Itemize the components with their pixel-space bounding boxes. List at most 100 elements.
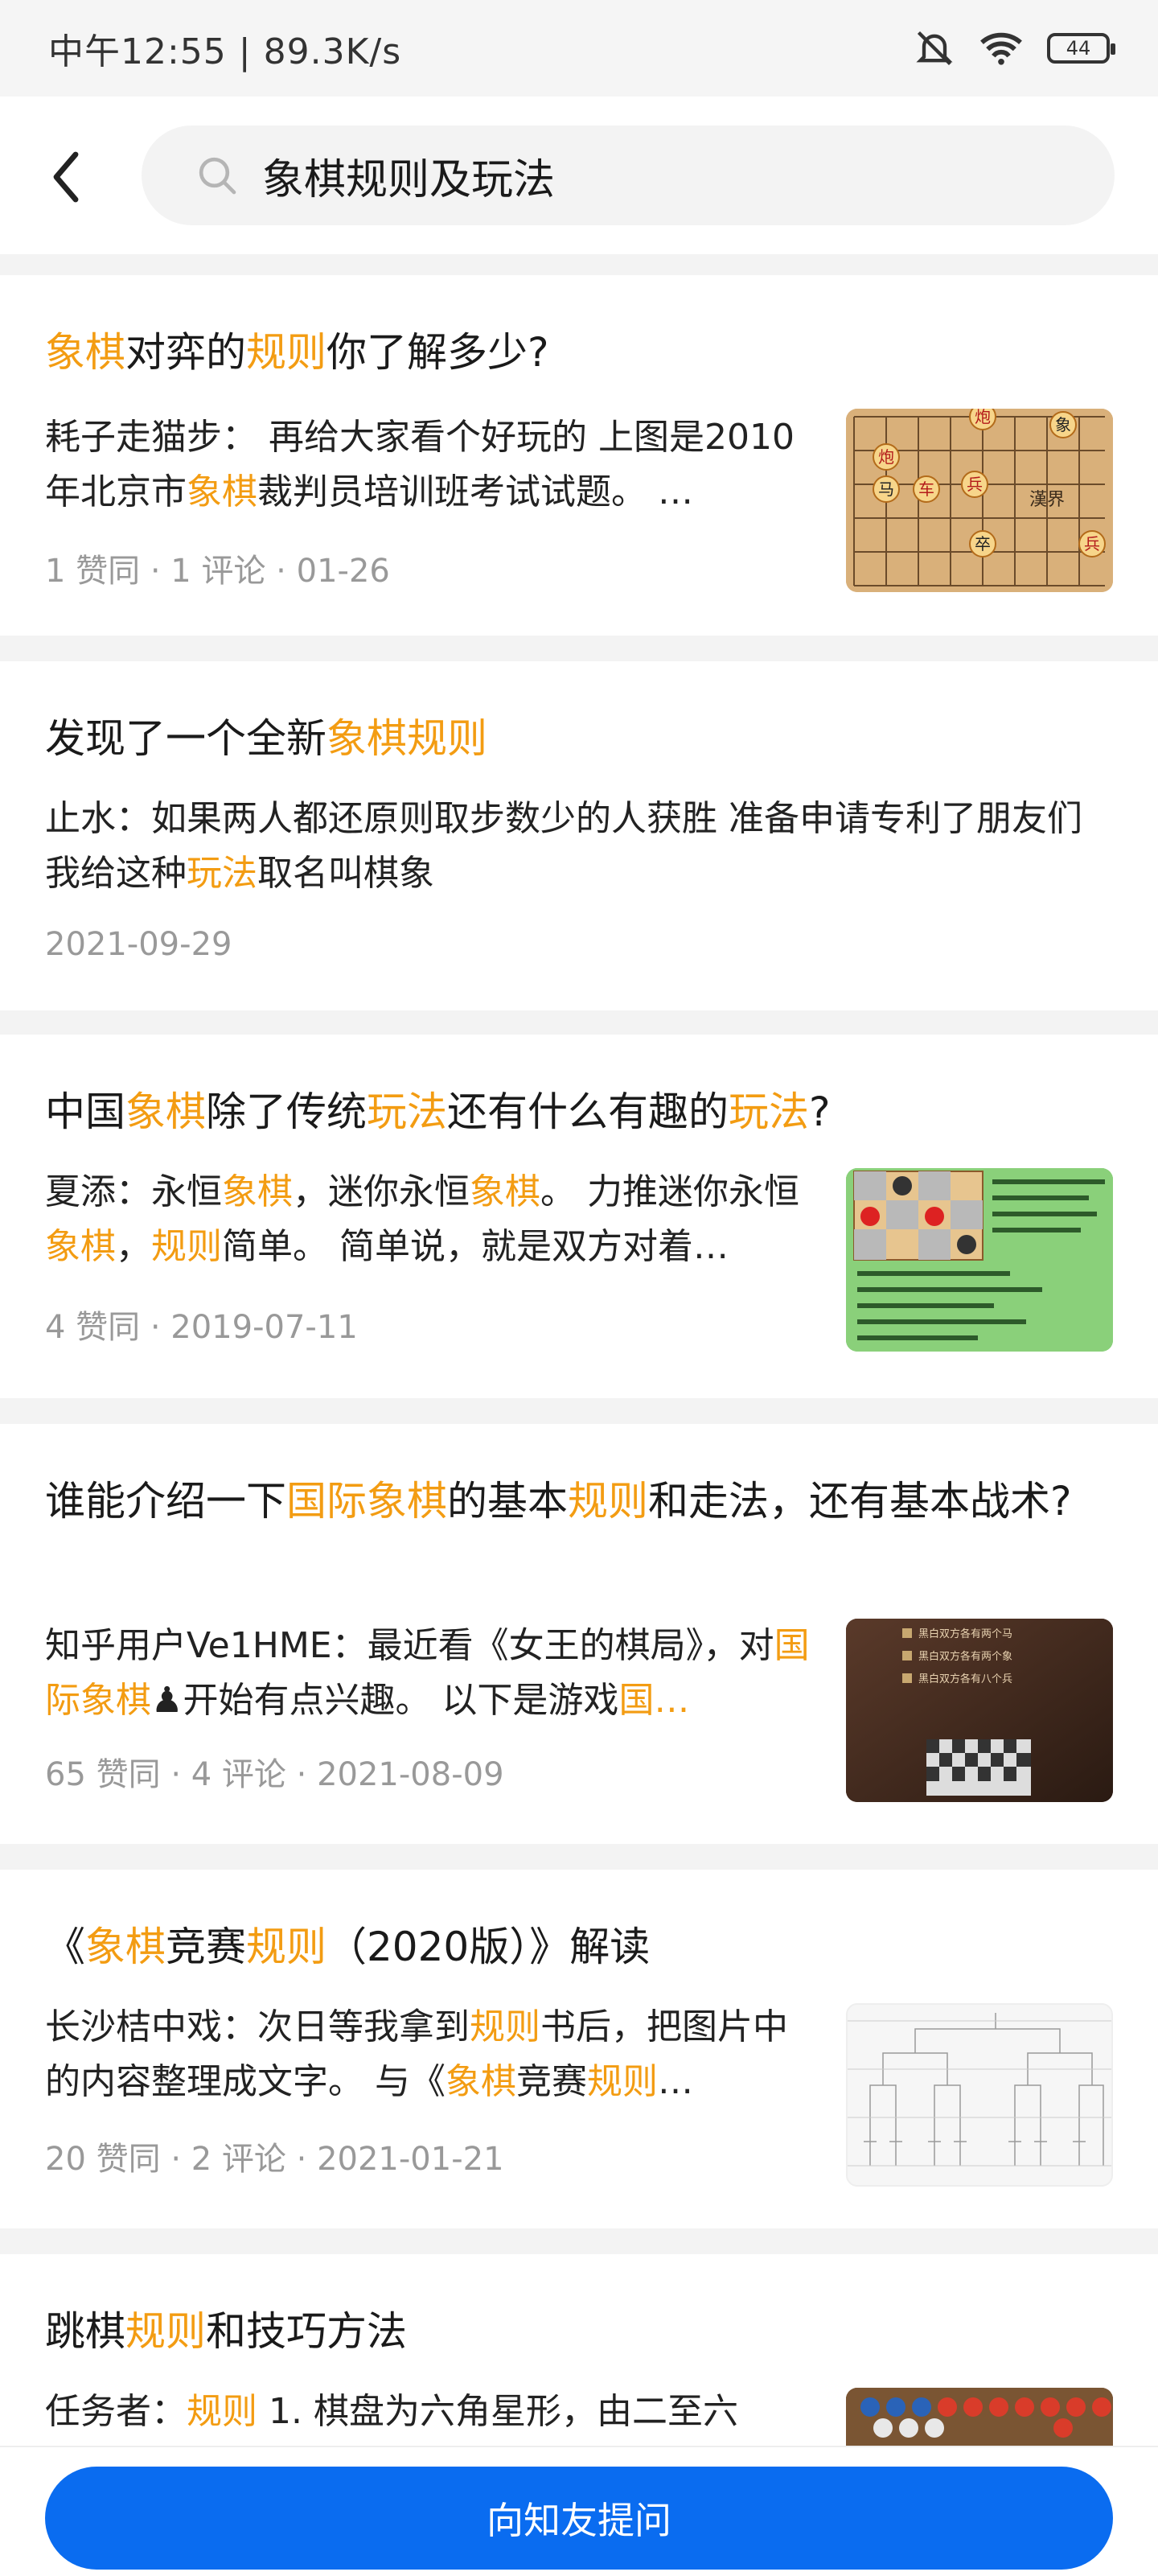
result-card[interactable]: 中国象棋除了传统玩法还有什么有趣的玩法? 夏添：永恒象棋，迷你永恒象棋。 力推迷… <box>0 1035 1158 1398</box>
result-thumbnail <box>846 2003 1113 2187</box>
search-input[interactable]: 象棋规则及玩法 <box>142 126 1115 225</box>
result-meta: 20 赞同 · 2 评论 · 2021-01-21 <box>45 2141 504 2178</box>
result-card[interactable]: 《象棋竞赛规则（2020版）》解读 长沙桔中戏：次日等我拿到规则书后，把图片中的… <box>0 1870 1158 2228</box>
highlight-text: 象棋 <box>446 2061 516 2102</box>
highlight-text: 象棋规则 <box>326 715 487 762</box>
result-card[interactable]: 发现了一个全新象棋规则 止水：如果两人都还原则取步数少的人获胜 准备申请专利了朋… <box>0 661 1158 1010</box>
result-meta: 65 赞同 · 4 评论 · 2021-08-09 <box>45 1756 504 1793</box>
highlight-text: 玩法 <box>729 1088 809 1135</box>
text-segment: 。 力推迷你永恒 <box>540 1171 799 1212</box>
text-segment: ♟开始有点兴趣。 以下是游戏 <box>151 1680 619 1721</box>
highlight-text: 规则 <box>246 1924 326 1970</box>
highlight-text: 玩法 <box>367 1088 447 1135</box>
result-excerpt: 长沙桔中戏：次日等我拿到规则书后，把图片中的内容整理成文字。 与《象棋竞赛规则… <box>45 2000 817 2109</box>
text-segment: 1. 棋盘为六角星形，由二至六 <box>257 2391 738 2432</box>
text-segment: ? <box>809 1088 831 1135</box>
piece: 象 <box>1055 415 1071 434</box>
result-title[interactable]: 发现了一个全新象棋规则 <box>45 706 1113 771</box>
text-segment: 你了解多少? <box>326 329 549 376</box>
text-segment: 裁判员培训班考试试题。 … <box>257 471 693 512</box>
board-diagram-image <box>846 1168 1113 1352</box>
river-label: 漢界 <box>1029 490 1065 510</box>
wifi-icon <box>980 32 1022 65</box>
status-icons: 44 <box>914 27 1115 69</box>
text-segment: 发现了一个全新 <box>45 715 326 762</box>
highlight-text: 象棋 <box>85 1924 166 1970</box>
text-segment: 对弈的 <box>125 329 246 376</box>
bottom-bar: 向知友提问 <box>0 2446 1158 2576</box>
highlight-text: 规则 <box>125 2308 206 2355</box>
chevron-left-icon <box>53 151 79 203</box>
bracket-image <box>848 2005 1111 2185</box>
text-segment: 跳棋 <box>45 2308 125 2355</box>
search-icon <box>199 157 236 195</box>
result-excerpt: 知乎用户Ve1HME：最近看《女王的棋局》，对国际象棋♟开始有点兴趣。 以下是游… <box>45 1619 817 1728</box>
result-title[interactable]: 谁能介绍一下国际象棋的基本规则和走法，还有基本战术? <box>45 1469 1113 1533</box>
highlight-text: 象棋 <box>45 1226 116 1267</box>
text-segment: 任务者： <box>45 2391 187 2432</box>
bell-muted-icon <box>916 31 953 66</box>
result-card[interactable]: 象棋对弈的规则你了解多少? 耗子走猫步： 再给大家看个好玩的 上图是2010年北… <box>0 275 1158 636</box>
text-segment: 夏添：永恒 <box>45 1171 222 1212</box>
highlight-text: 国… <box>618 1680 690 1721</box>
status-time: 中午12:55 | 89.3K/s <box>48 31 402 72</box>
highlight-text: 规则 <box>568 1478 648 1525</box>
text-segment: 长沙桔中戏：次日等我拿到 <box>45 2006 470 2047</box>
text-segment: … <box>658 2061 693 2102</box>
text-segment: 竞赛 <box>166 1924 246 1970</box>
thumb-row: 黑白双方各有八个兵 <box>918 1673 1012 1685</box>
text-segment: 《 <box>45 1924 85 1970</box>
result-excerpt: 任务者：规则 1. 棋盘为六角星形，由二至六 <box>45 2385 817 2439</box>
highlight-text: 玩法 <box>187 853 257 894</box>
piece: 马 <box>878 479 894 499</box>
text-segment: 知乎用户Ve1HME：最近看《女王的棋局》，对 <box>45 1625 774 1666</box>
result-thumbnail: 炮 象 炮 兵 马 车 卒 兵 漢界 <box>846 409 1113 592</box>
text-segment: 谁能介绍一下 <box>45 1478 286 1525</box>
highlight-text: 象棋 <box>125 1088 206 1135</box>
text-segment: 除了传统 <box>206 1088 367 1135</box>
text-segment: 简单。 简单说，就是双方对着… <box>222 1226 729 1267</box>
piece: 炮 <box>878 447 894 467</box>
highlight-text: 规则 <box>587 2061 658 2102</box>
highlight-text: 规则 <box>151 1226 222 1267</box>
result-card[interactable]: 跳棋规则和技巧方法 任务者：规则 1. 棋盘为六角星形，由二至六 <box>0 2254 1158 2446</box>
text-segment: 竞赛 <box>516 2061 587 2102</box>
result-thumbnail: 黑白双方各有两个马 黑白双方各有两个象 黑白双方各有八个兵 <box>846 1619 1113 1802</box>
piece: 炮 <box>975 409 991 426</box>
result-excerpt: 夏添：永恒象棋，迷你永恒象棋。 力推迷你永恒象棋，规则简单。 简单说，就是双方对… <box>45 1165 817 1274</box>
result-title[interactable]: 中国象棋除了传统玩法还有什么有趣的玩法? <box>45 1080 1113 1144</box>
piece: 兵 <box>1084 534 1100 553</box>
chessboard-image: 炮 象 炮 兵 马 车 卒 兵 漢界 <box>846 409 1113 592</box>
piece: 卒 <box>975 534 991 553</box>
ask-friends-button[interactable]: 向知友提问 <box>45 2467 1113 2570</box>
thumb-row: 黑白双方各有两个马 <box>918 1627 1012 1640</box>
text-segment: 和走法，还有基本战术? <box>648 1478 1072 1525</box>
result-thumbnail <box>846 1168 1113 1352</box>
text-segment: 还有什么有趣的 <box>447 1088 729 1135</box>
text-segment: 和技巧方法 <box>206 2308 407 2355</box>
text-segment: 的基本 <box>447 1478 568 1525</box>
result-title[interactable]: 《象棋竞赛规则（2020版）》解读 <box>45 1915 1113 1979</box>
highlight-text: 规则 <box>470 2006 540 2047</box>
result-meta: 1 赞同 · 1 评论 · 01-26 <box>45 553 390 590</box>
highlight-text: 象棋 <box>187 471 257 512</box>
text-segment: 中国 <box>45 1088 125 1135</box>
text-segment: （2020版）》解读 <box>326 1924 651 1970</box>
text-segment: ， <box>116 1226 151 1267</box>
status-bar: 中午12:55 | 89.3K/s 44 <box>0 0 1158 97</box>
result-meta: 2021-09-29 <box>45 926 232 963</box>
result-title[interactable]: 跳棋规则和技巧方法 <box>45 2299 1113 2364</box>
battery-level: 44 <box>1066 37 1091 60</box>
piece: 车 <box>918 479 934 499</box>
highlight-text: 国际象棋 <box>286 1478 447 1525</box>
search-header: 象棋规则及玩法 <box>0 97 1158 254</box>
result-title[interactable]: 象棋对弈的规则你了解多少? <box>45 320 1113 385</box>
thumb-row: 黑白双方各有两个象 <box>918 1650 1012 1663</box>
highlight-text: 规则 <box>246 329 326 376</box>
back-button[interactable] <box>40 146 92 208</box>
result-card[interactable]: 谁能介绍一下国际象棋的基本规则和走法，还有基本战术? 知乎用户Ve1HME：最近… <box>0 1424 1158 1844</box>
highlight-text: 象棋 <box>222 1171 293 1212</box>
highlight-text: 象棋 <box>45 329 125 376</box>
piece: 兵 <box>967 475 983 494</box>
result-thumbnail <box>846 2388 1113 2446</box>
